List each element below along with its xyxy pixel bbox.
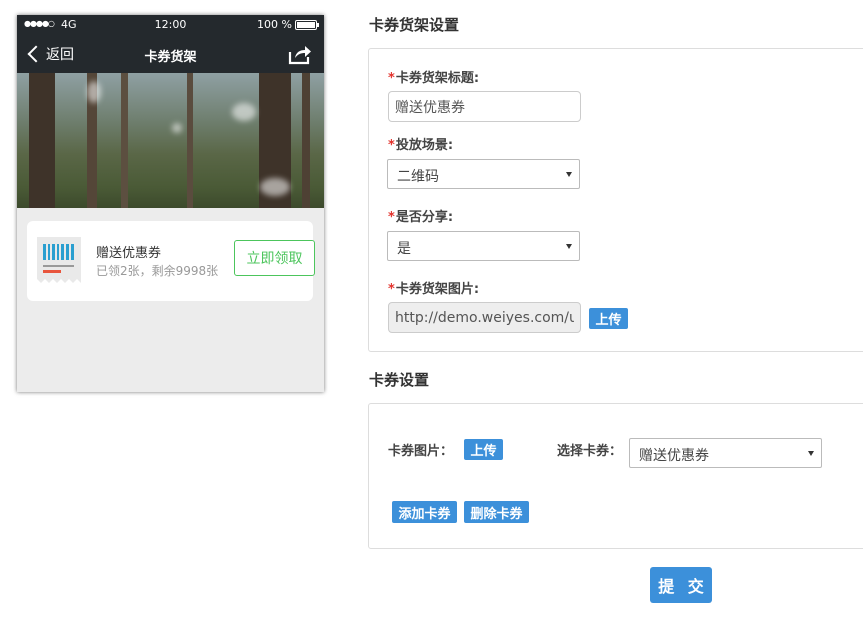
share-label: *是否分享:: [388, 210, 454, 225]
nav-bar: 返回 卡券货架: [17, 35, 324, 73]
share-select-value: 是: [397, 241, 411, 257]
nav-title: 卡券货架: [144, 50, 197, 65]
scene-select-value: 二维码: [397, 169, 439, 185]
dropdown-arrow-icon: [566, 172, 572, 177]
share-select[interactable]: 是: [387, 231, 580, 261]
share-icon[interactable]: [288, 43, 312, 65]
shelf-upload-button[interactable]: 上传: [589, 308, 628, 329]
coupon-card: 赠送优惠券 已领2张，剩余9998张 立即领取: [27, 221, 315, 301]
battery-icon: [295, 20, 319, 30]
status-bar: ●●●●○ 4G 12:00 100 %: [17, 15, 324, 35]
scene-label: *投放场景:: [388, 138, 454, 153]
coupon-select-value: 赠送优惠券: [639, 448, 709, 464]
claim-button[interactable]: 立即领取: [234, 240, 315, 276]
coupon-upload-button[interactable]: 上传: [464, 439, 503, 460]
phone-preview: ●●●●○ 4G 12:00 100 % 返回 卡券货架 赠送优惠券 已领2张，…: [17, 15, 324, 392]
coupon-icon: [37, 237, 81, 283]
shelf-title-input[interactable]: [388, 91, 581, 122]
scene-select[interactable]: 二维码: [387, 159, 580, 189]
shelf-image-url-input[interactable]: [388, 302, 581, 333]
shelf-image-label: *卡券货架图片:: [388, 282, 480, 297]
coupon-settings-panel: 卡券图片： 上传 选择卡券： 赠送优惠券 添加卡券 删除卡券: [368, 403, 863, 549]
coupon-select-label: 选择卡券：: [557, 444, 623, 459]
battery-percent: 100 %: [257, 18, 292, 31]
dropdown-arrow-icon: [566, 244, 572, 249]
shelf-settings-title: 卡券货架设置: [369, 16, 460, 34]
add-coupon-button[interactable]: 添加卡券: [392, 501, 457, 523]
shelf-settings-panel: *卡券货架标题: *投放场景: 二维码 *是否分享: 是 *卡券货架图片: 上传: [368, 48, 863, 352]
coupon-name: 赠送优惠券: [96, 246, 162, 261]
submit-button[interactable]: 提 交: [650, 567, 712, 603]
dropdown-arrow-icon: [808, 451, 814, 456]
coupon-stats: 已领2张，剩余9998张: [96, 264, 219, 278]
coupon-settings-title: 卡券设置: [369, 371, 430, 389]
shelf-title-label: *卡券货架标题:: [388, 71, 480, 86]
coupon-image-label: 卡券图片：: [388, 444, 454, 459]
required-mark: *: [388, 282, 395, 297]
coupon-select[interactable]: 赠送优惠券: [629, 438, 822, 468]
delete-coupon-button[interactable]: 删除卡券: [464, 501, 529, 523]
required-mark: *: [388, 71, 395, 86]
required-mark: *: [388, 210, 395, 225]
required-mark: *: [388, 138, 395, 153]
banner-image: [17, 73, 324, 208]
